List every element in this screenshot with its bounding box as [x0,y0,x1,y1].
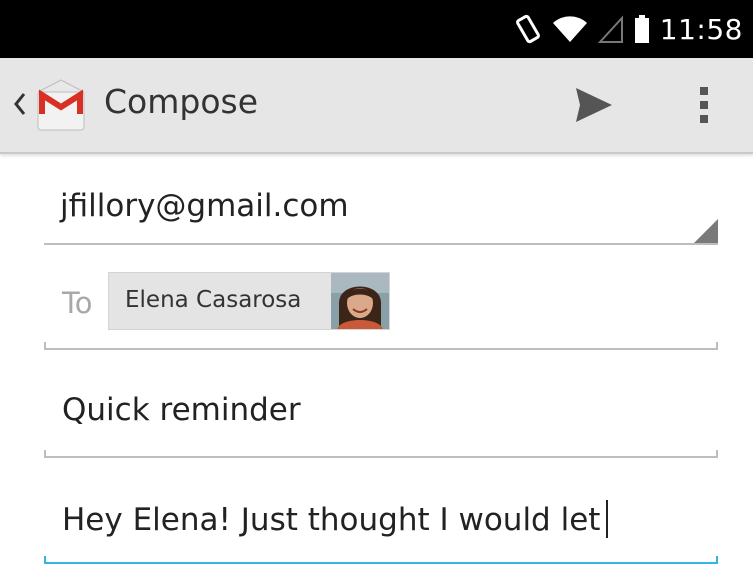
status-time: 11:58 [659,12,743,46]
avatar [331,273,389,329]
body-text: Hey Elena! Just thought I would let [62,500,609,538]
from-value: jfillory@gmail.com [60,188,349,224]
cell-signal-icon [597,15,623,43]
page-title: Compose [104,82,259,121]
screen-rotation-icon [515,14,540,44]
body-underline-focused [44,556,718,564]
recipient-chip[interactable]: Elena Casarosa [108,272,390,330]
overflow-menu-icon [700,87,708,123]
subject-field[interactable]: Quick reminder [44,370,718,458]
overflow-menu-button[interactable] [684,76,724,134]
send-icon [576,88,612,122]
dropdown-triangle-icon [694,219,718,243]
chevron-left-icon [14,93,26,115]
subject-value: Quick reminder [62,392,301,428]
to-label: To [62,286,93,320]
battery-icon [634,15,649,43]
send-button[interactable] [566,76,622,134]
to-field[interactable]: To Elena Casarosa [44,258,718,350]
gmail-icon [37,79,85,131]
from-account-spinner[interactable]: jfillory@gmail.com [44,170,718,245]
recipient-name: Elena Casarosa [125,287,302,313]
status-icons: 11:58 [514,0,743,58]
subject-underline [44,450,718,458]
to-underline [44,342,718,350]
wifi-icon [552,16,587,42]
body-value: Hey Elena! Just thought I would let [62,502,601,538]
body-field[interactable]: Hey Elena! Just thought I would let [44,478,718,564]
action-bar: Compose [0,58,753,154]
status-bar: 11:58 [0,0,753,58]
from-underline [44,243,718,245]
text-cursor [606,500,609,538]
